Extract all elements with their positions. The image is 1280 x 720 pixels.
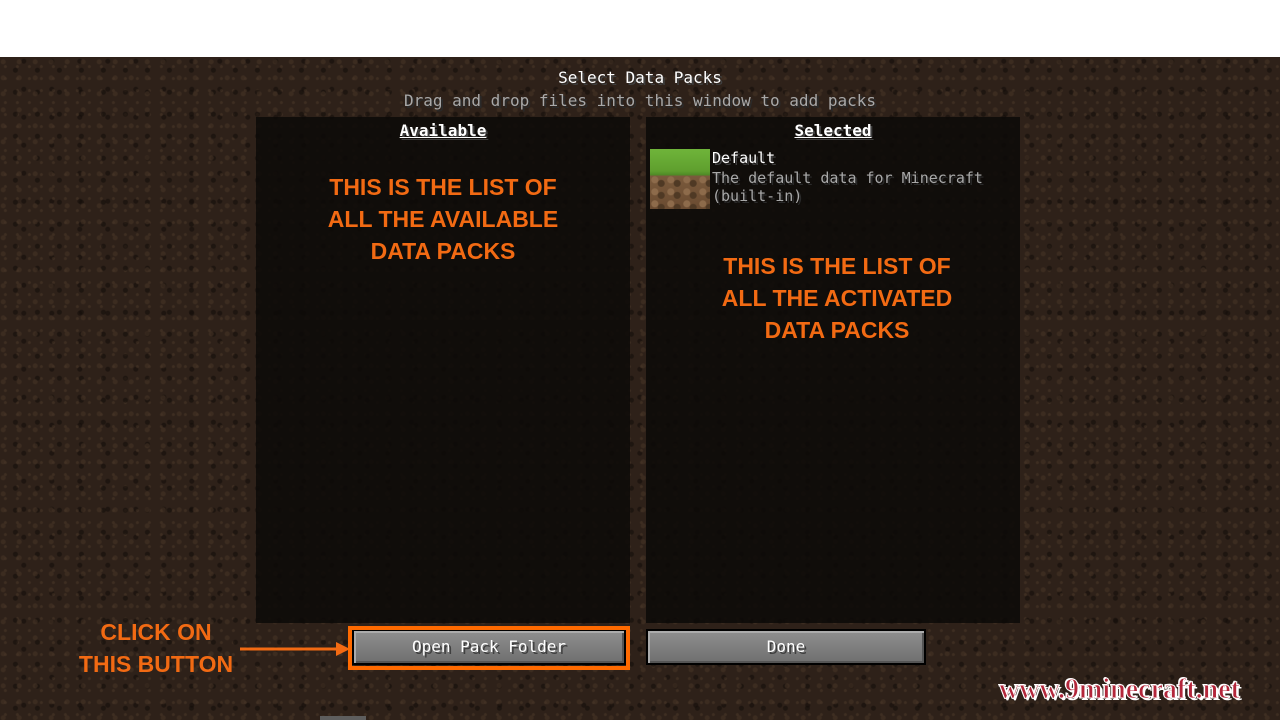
annotation-line: THIS BUTTON xyxy=(78,651,234,677)
pack-name: Default xyxy=(712,149,776,167)
pack-entry-default[interactable]: Default The default data for Minecraft (… xyxy=(650,149,1016,211)
annotation-line: THIS IS THE LIST OF xyxy=(723,253,951,279)
annotation-line: DATA PACKS xyxy=(370,238,516,264)
bottom-scroll-hint xyxy=(320,716,366,720)
button-highlight-box xyxy=(348,626,630,670)
annotation-line: THIS IS THE LIST OF xyxy=(329,174,557,200)
watermark-logo: www.9minecraft.net xyxy=(998,674,1240,706)
arrow-right-icon xyxy=(240,642,350,656)
pack-description-line-2: (built-in) xyxy=(712,187,803,205)
selected-list-header: Selected xyxy=(794,121,872,140)
available-list-header: Available xyxy=(399,121,487,140)
grass-block-icon xyxy=(650,149,710,209)
annotation-line: ALL THE AVAILABLE xyxy=(327,206,559,232)
top-blank-strip xyxy=(0,0,1280,57)
annotation-line: ALL THE ACTIVATED xyxy=(721,285,953,311)
pack-description: The default data for Minecraft (built-in… xyxy=(712,169,983,205)
annotation-available-list: THIS IS THE LIST OF ALL THE AVAILABLE DA… xyxy=(256,171,630,267)
annotation-line: CLICK ON xyxy=(100,619,212,645)
pack-description-line-1: The default data for Minecraft xyxy=(712,169,983,187)
done-button[interactable]: Done xyxy=(646,629,926,665)
selected-packs-list[interactable]: Selected Default The default data for Mi… xyxy=(646,117,1020,623)
screen-title: Select Data Packs xyxy=(558,68,722,87)
annotation-click-button: CLICK ON THIS BUTTON xyxy=(60,616,252,680)
screen-subtitle: Drag and drop files into this window to … xyxy=(403,91,876,110)
annotation-line: DATA PACKS xyxy=(764,317,910,343)
annotation-selected-list: THIS IS THE LIST OF ALL THE ACTIVATED DA… xyxy=(646,250,1028,346)
